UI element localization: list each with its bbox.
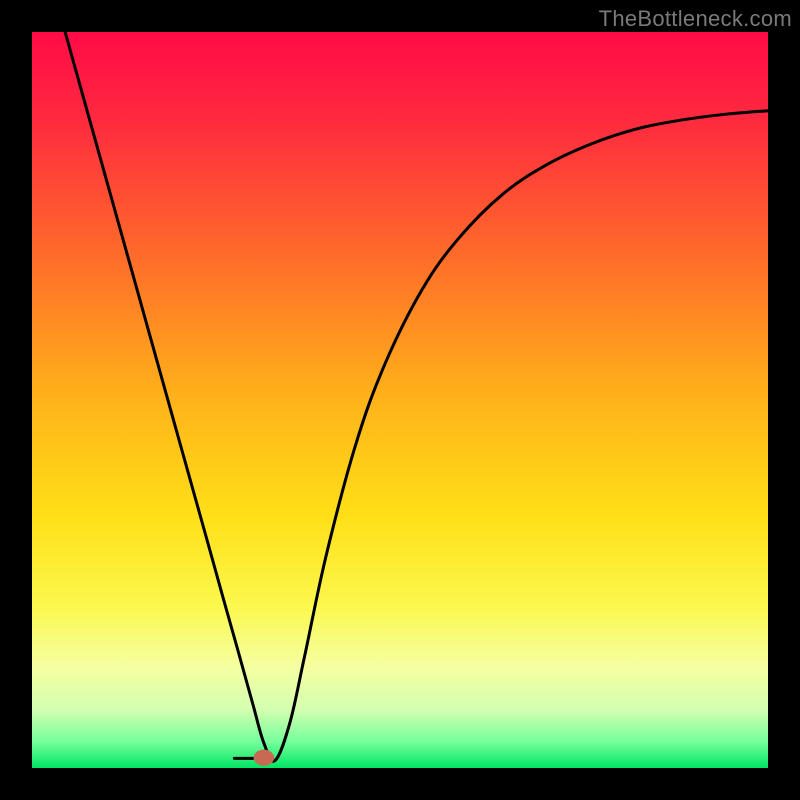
- chart-svg: [32, 32, 768, 768]
- optimal-point-marker: [254, 750, 275, 766]
- chart-background: [32, 32, 768, 768]
- watermark-text: TheBottleneck.com: [599, 6, 792, 32]
- chart-frame: TheBottleneck.com: [0, 0, 800, 800]
- chart-plot-area: [32, 32, 768, 768]
